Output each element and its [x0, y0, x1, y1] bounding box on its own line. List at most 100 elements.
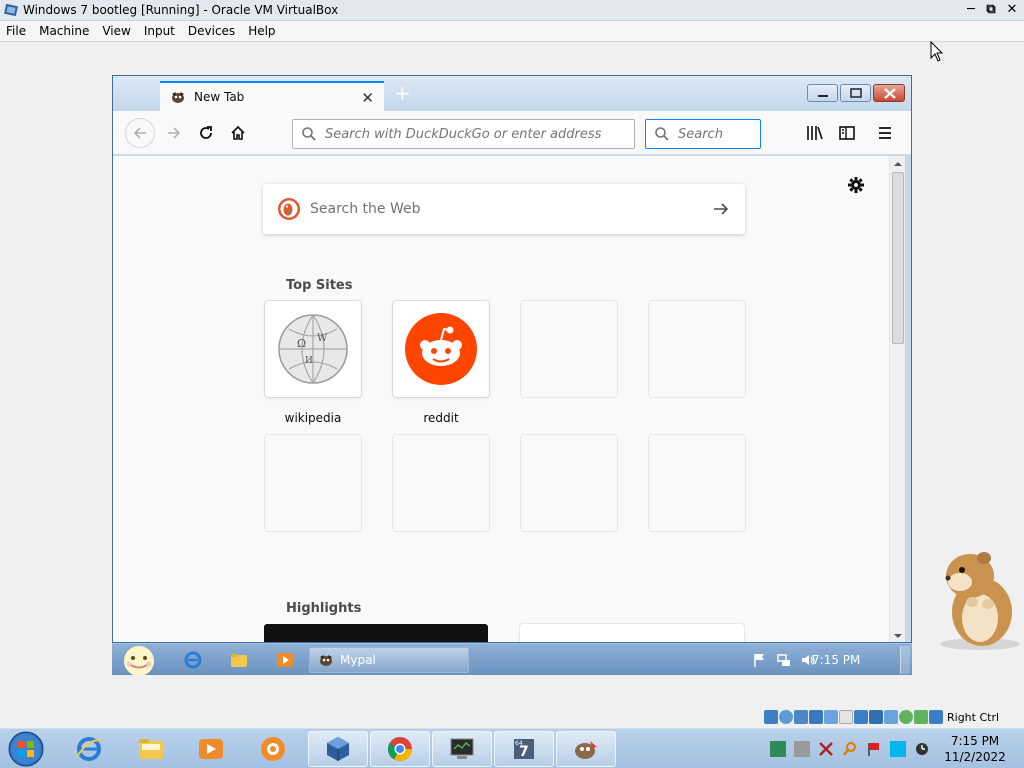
tab-new-tab[interactable]: New Tab ✕ [160, 81, 384, 111]
media-player-icon[interactable] [276, 651, 294, 669]
duckduckgo-logo-icon [278, 198, 300, 220]
top-site-tile-empty[interactable] [521, 301, 617, 397]
svg-text:W: W [317, 333, 328, 344]
menu-devices[interactable]: Devices [188, 24, 235, 38]
network-status-icon[interactable] [809, 710, 823, 724]
top-site-tile-empty[interactable] [521, 435, 617, 531]
mouse-integration-status-icon[interactable] [929, 710, 943, 724]
tray-gray-icon[interactable] [794, 741, 810, 757]
taskbar-windows7-app[interactable]: 7 64 [494, 731, 554, 767]
internet-explorer-icon[interactable] [74, 735, 104, 763]
web-search-placeholder: Search the Web [310, 201, 421, 217]
top-site-tile-reddit[interactable] [393, 301, 489, 397]
keyboard-capture-status-icon[interactable] [914, 710, 928, 724]
display-status-icon[interactable] [854, 710, 868, 724]
maximize-icon [850, 88, 862, 98]
guest-task-mypal[interactable]: Mypal [309, 647, 469, 673]
network-icon[interactable] [776, 652, 792, 668]
top-site-tile-empty[interactable] [393, 435, 489, 531]
host-minimize-button[interactable]: ─ [962, 2, 980, 18]
top-site-tile-wikipedia[interactable]: Ω W И [265, 301, 361, 397]
tray-tools-icon[interactable] [818, 741, 834, 757]
search-icon [655, 127, 669, 141]
new-tab-plus-icon[interactable]: + [394, 83, 411, 103]
reload-button[interactable] [191, 118, 221, 148]
taskbar-chrome[interactable] [370, 731, 430, 767]
address-input[interactable] [325, 126, 634, 142]
gear-icon[interactable] [847, 176, 865, 194]
highlight-card[interactable] [520, 624, 744, 642]
svg-text:64: 64 [515, 740, 523, 747]
svg-text:Ω: Ω [297, 337, 306, 350]
guest-start-orb-icon[interactable] [119, 644, 159, 675]
host-restore-button[interactable]: ⧉ [982, 2, 1000, 18]
virtualbox-icon [327, 737, 349, 761]
library-icon[interactable] [805, 123, 825, 143]
guest-show-desktop-button[interactable] [900, 646, 910, 674]
media-player-icon[interactable] [196, 735, 226, 763]
action-center-flag-icon[interactable] [752, 652, 768, 668]
tab-close-icon[interactable]: ✕ [361, 89, 374, 107]
back-button[interactable] [125, 118, 155, 148]
browser-window: New Tab ✕ + Search with DuckDuckGo or en… [112, 75, 912, 643]
highlight-card[interactable] [264, 624, 488, 642]
guest-clock[interactable]: 7:15 PM [812, 653, 860, 667]
internet-explorer-icon[interactable] [184, 651, 202, 669]
optical-drive-status-icon[interactable] [779, 710, 793, 724]
windows-start-orb-icon[interactable] [6, 730, 46, 768]
taskbar-terminal[interactable] [432, 731, 492, 767]
tray-search-icon[interactable] [842, 741, 858, 757]
reload-icon [200, 126, 212, 139]
forward-button[interactable] [159, 118, 189, 148]
menu-file[interactable]: File [6, 24, 26, 38]
host-close-button[interactable]: ✕ [1003, 2, 1021, 18]
taskbar-virtualbox[interactable] [308, 731, 368, 767]
hard-disk-status-icon[interactable] [764, 710, 778, 724]
top-site-tile-empty[interactable] [649, 301, 745, 397]
scroll-thumb[interactable] [892, 172, 904, 344]
sidebar-toggle-icon[interactable] [837, 123, 857, 143]
mypal-favicon-icon [320, 655, 332, 666]
search-input[interactable] [678, 126, 760, 142]
recording-status-icon[interactable] [869, 710, 883, 724]
browser-maximize-button[interactable] [840, 84, 871, 102]
top-site-tile-empty[interactable] [649, 435, 745, 531]
host-tray [770, 741, 938, 757]
cpu-status-icon[interactable] [884, 710, 898, 724]
top-site-label: wikipedia [284, 411, 342, 425]
menu-view[interactable]: View [102, 24, 130, 38]
tray-clock-icon[interactable] [914, 741, 930, 757]
tray-display-icon[interactable] [890, 741, 906, 757]
shared-folders-status-icon[interactable] [839, 710, 853, 724]
host-key-label: Right Ctrl [947, 710, 1000, 724]
tray-flag-icon[interactable] [866, 741, 882, 757]
mypal-favicon-icon [172, 92, 184, 103]
host-clock[interactable]: 7:15 PM 11/2/2022 [940, 733, 1010, 765]
audio-status-icon[interactable] [794, 710, 808, 724]
browser-minimize-button[interactable] [807, 84, 838, 102]
scroll-down-arrow-icon[interactable] [890, 630, 906, 642]
search-icon [302, 127, 316, 141]
guest-additions-status-icon[interactable] [899, 710, 913, 724]
web-search-box[interactable]: Search the Web [263, 184, 745, 234]
tray-green-square-icon[interactable] [770, 741, 786, 757]
usb-status-icon[interactable] [824, 710, 838, 724]
home-button[interactable] [223, 118, 253, 148]
arrow-right-icon[interactable] [712, 200, 730, 218]
top-sites-heading: Top Sites [286, 278, 353, 293]
media-center-icon[interactable] [258, 735, 288, 763]
monitor-app-icon [450, 738, 474, 759]
hamburger-menu-icon[interactable] [875, 123, 895, 143]
menu-machine[interactable]: Machine [39, 24, 89, 38]
address-bar[interactable] [292, 119, 635, 149]
page-scrollbar[interactable] [889, 156, 905, 642]
scroll-up-arrow-icon[interactable] [890, 158, 906, 170]
top-site-tile-empty[interactable] [265, 435, 361, 531]
search-bar[interactable] [645, 119, 761, 149]
windows-explorer-icon[interactable] [136, 735, 166, 763]
browser-close-button[interactable] [873, 84, 905, 102]
folder-icon[interactable] [230, 651, 248, 669]
menu-input[interactable]: Input [144, 24, 175, 38]
menu-help[interactable]: Help [248, 24, 275, 38]
taskbar-mypal[interactable] [556, 731, 616, 767]
